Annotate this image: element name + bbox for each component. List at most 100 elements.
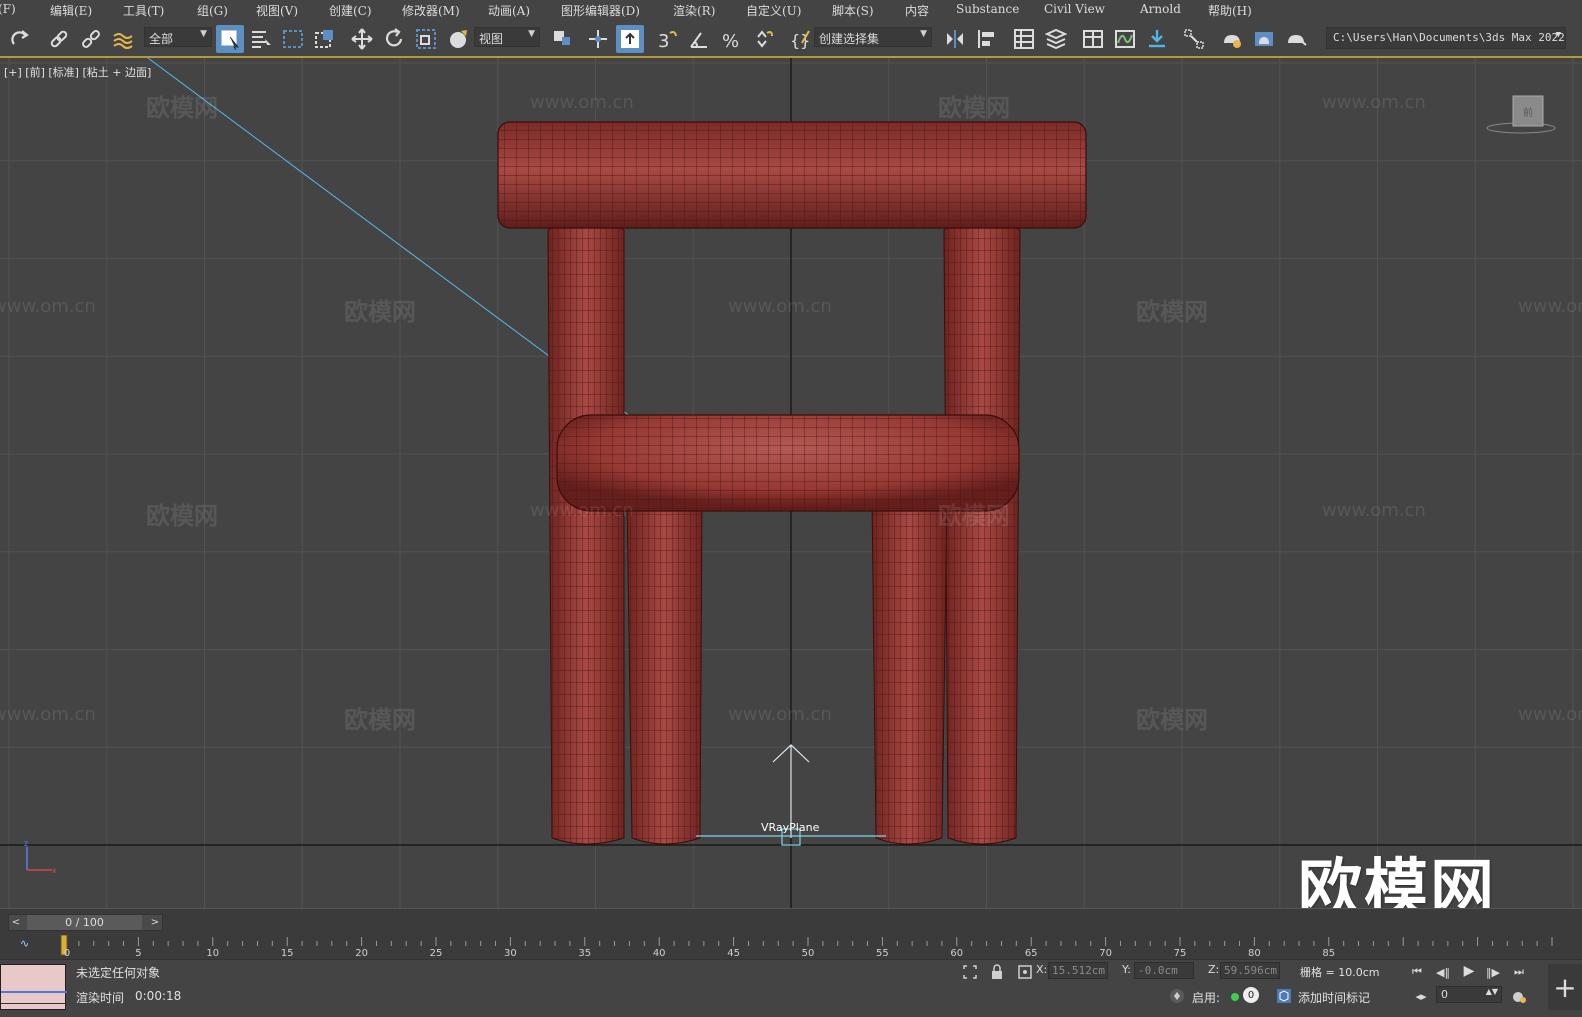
rendered-frame-icon[interactable]	[1250, 25, 1278, 53]
current-frame-field[interactable]: 0 ▲▼	[1436, 986, 1502, 1003]
material-editor-icon[interactable]	[1180, 25, 1208, 53]
schematic-view-icon[interactable]	[1143, 25, 1171, 53]
align-icon[interactable]	[973, 25, 1001, 53]
time-slider-thumb[interactable]: 0 / 100	[27, 915, 142, 930]
unlink-icon[interactable]	[77, 25, 105, 53]
svg-text:%: %	[722, 31, 739, 51]
play-icon[interactable]: ▶	[1460, 962, 1478, 980]
select-by-name-icon[interactable]	[247, 25, 275, 53]
window-crossing-icon[interactable]	[311, 25, 339, 53]
curve-editor-toggle-icon[interactable]: ∿	[20, 937, 29, 950]
watermark-url: www.om.cn	[728, 704, 832, 725]
ruler-tick-label: 65	[1024, 948, 1038, 959]
menu-substance[interactable]: Substance	[956, 2, 1019, 16]
maxscript-listener-mini[interactable]	[0, 964, 67, 1010]
go-to-end-icon[interactable]: ⏭	[1510, 963, 1528, 981]
menu-content[interactable]: 内容	[905, 2, 929, 19]
menu-file[interactable]: (F)	[0, 2, 16, 16]
curve-editor-icon[interactable]	[1111, 25, 1139, 53]
ribbon-icon[interactable]	[1079, 25, 1107, 53]
menu-modifiers[interactable]: 修改器(M)	[402, 2, 460, 19]
watermark-url: www.om.cn	[1518, 704, 1582, 725]
rotate-icon[interactable]	[380, 25, 408, 53]
snap-3d-icon[interactable]: 3	[653, 25, 681, 53]
viewcube[interactable]: 前	[1486, 92, 1556, 136]
viewport-label[interactable]: [+] [前] [标准] [粘土 + 边面]	[4, 64, 151, 80]
menu-civil-view[interactable]: Civil View	[1044, 2, 1105, 16]
go-to-start-icon[interactable]: ⏮	[1408, 963, 1426, 981]
watermark: 欧模网	[1136, 706, 1208, 734]
select-manipulate-icon[interactable]	[584, 25, 612, 53]
edit-named-sets-icon[interactable]: {}	[786, 25, 814, 53]
menu-arnold[interactable]: Arnold	[1140, 2, 1181, 16]
next-frame-icon[interactable]: ‖▶	[1484, 963, 1502, 981]
create-panel-icon[interactable]: +	[1548, 964, 1582, 1010]
vrayplane-label: VRayPlane	[761, 821, 820, 834]
menu-group[interactable]: 组(G)	[197, 2, 228, 19]
selection-filter-dropdown[interactable]: 全部 ▼	[144, 27, 212, 47]
chevron-left-icon[interactable]: <	[9, 915, 23, 930]
angle-snap-icon[interactable]	[685, 25, 713, 53]
reference-coord-dropdown[interactable]: 视图 ▼	[474, 27, 540, 47]
y-coord-field[interactable]: -0.0cm	[1134, 962, 1194, 979]
ruler-tick-label: 45	[727, 948, 740, 959]
named-selection-dropdown[interactable]: 创建选择集 ▼	[814, 27, 932, 47]
absolute-mode-icon[interactable]	[1016, 963, 1034, 981]
menu-create[interactable]: 创建(C)	[329, 2, 372, 19]
isolate-selection-icon[interactable]	[961, 963, 979, 981]
scene-explorer-icon[interactable]	[1010, 25, 1038, 53]
time-tag-icon[interactable]	[1275, 987, 1293, 1005]
timeline-ruler[interactable]: ∿ 0 5 10 15 20 25 30 35 40 45 50 55 60 65 70 75 80 85	[0, 935, 1582, 960]
menu-animation[interactable]: 动画(A)	[488, 2, 530, 19]
render-production-icon[interactable]	[1282, 25, 1310, 53]
place-icon[interactable]	[444, 25, 472, 53]
watermark: 欧模网	[344, 706, 416, 734]
back-leg-left	[547, 207, 625, 845]
viewcube-icon: 前	[1486, 95, 1556, 134]
add-time-tag[interactable]: 添加时间标记	[1298, 989, 1370, 1006]
menu-views[interactable]: 视图(V)	[256, 2, 298, 19]
menu-bar: (F) 编辑(E) 工具(T) 组(G) 视图(V) 创建(C) 修改器(M) …	[0, 0, 1582, 20]
selection-status: 未选定任何对象	[76, 966, 161, 980]
mirror-icon[interactable]	[941, 25, 969, 53]
x-coord-field[interactable]: 15.512cm	[1048, 962, 1108, 979]
move-icon[interactable]	[348, 25, 376, 53]
ruler-tick-label: 35	[578, 948, 592, 959]
spinner-icon[interactable]: ▲▼	[1486, 987, 1498, 996]
menu-rendering[interactable]: 渲染(R)	[673, 2, 715, 19]
menu-graph-editors[interactable]: 图形编辑器(D)	[561, 2, 640, 19]
menu-help[interactable]: 帮助(H)	[1208, 2, 1252, 19]
bind-space-warp-icon[interactable]	[109, 25, 137, 53]
time-configuration-icon[interactable]	[1510, 987, 1528, 1005]
pivot-icon[interactable]	[548, 25, 576, 53]
selection-lock-icon[interactable]	[988, 963, 1006, 981]
select-object-icon[interactable]	[216, 25, 244, 53]
menu-customize[interactable]: 自定义(U)	[746, 2, 801, 19]
z-coord-field[interactable]: 59.596cm	[1220, 962, 1280, 979]
chevron-right-icon[interactable]: >	[148, 915, 162, 930]
project-path-field[interactable]: C:\Users\Han\Documents\3ds Max 2022 ▼	[1326, 27, 1566, 49]
ruler-ticks	[60, 935, 1553, 956]
scale-icon[interactable]	[412, 25, 440, 53]
ruler-tick-label: 15	[280, 948, 294, 959]
link-icon[interactable]	[45, 25, 73, 53]
menu-tools[interactable]: 工具(T)	[123, 2, 164, 19]
watermark-url: www.om.cn	[0, 704, 96, 725]
rect-selection-icon[interactable]	[279, 25, 307, 53]
redo-icon[interactable]	[6, 25, 34, 53]
watermark: 欧模网	[1136, 298, 1208, 326]
watermark-url: www.om.cn	[728, 296, 832, 317]
time-slider[interactable]: < 0 / 100 >	[8, 914, 163, 931]
percent-snap-icon[interactable]: %	[717, 25, 745, 53]
menu-scripting[interactable]: 脚本(S)	[832, 2, 874, 19]
previous-frame-icon[interactable]: ◀‖	[1434, 963, 1452, 981]
front-viewport[interactable]: z x [+] [前] [标准] [粘土 + 边面] 欧模网 www.om.cn…	[0, 58, 1582, 908]
layer-explorer-icon[interactable]	[1042, 25, 1070, 53]
keyboard-shortcut-icon[interactable]	[616, 25, 644, 53]
spinner-snap-icon[interactable]	[749, 25, 777, 53]
menu-edit[interactable]: 编辑(E)	[50, 2, 92, 19]
ruler-tick-label: 10	[206, 948, 220, 959]
frame-spinner-icon[interactable]: ◂▸	[1412, 987, 1430, 1005]
render-setup-icon[interactable]	[1218, 25, 1246, 53]
script-icon[interactable]	[1168, 987, 1186, 1005]
